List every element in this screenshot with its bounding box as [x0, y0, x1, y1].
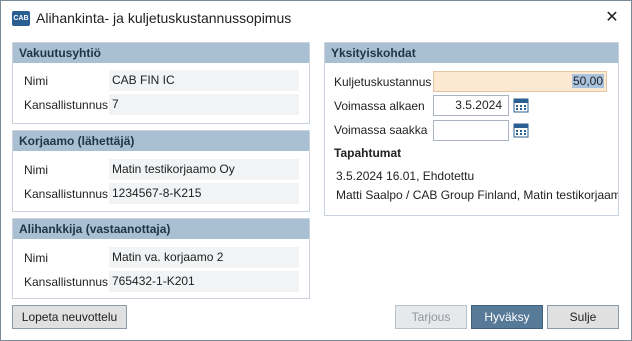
workshop-name-value: Matin testikorjaamo Oy: [109, 159, 299, 180]
subcontractor-reg-label: Kansallistunnus: [24, 275, 109, 289]
subcontractor-reg-value: 765432-1-K201: [109, 271, 299, 292]
subcontractor-heading: Alihankkija (vastaanottaja): [13, 219, 309, 239]
subcontractor-name-value: Matin va. korjaamo 2: [109, 247, 299, 268]
cost-value: 50,00: [571, 74, 604, 88]
insurer-name-label: Nimi: [24, 74, 48, 88]
app-icon: CAB: [12, 11, 30, 26]
accept-button[interactable]: Hyväksy: [471, 305, 543, 329]
events-heading: Tapahtumat: [334, 146, 402, 160]
workshop-heading: Korjaamo (lähettäjä): [13, 131, 309, 151]
insurer-reg-label: Kansallistunnus: [24, 98, 109, 112]
details-heading: Yksityiskohdat: [325, 43, 618, 63]
dialog-title: Alihankinta- ja kuljetuskustannussopimus: [36, 10, 292, 26]
event-line: 3.5.2024 16.01, Ehdotettu: [336, 169, 475, 183]
dialog-window: CAB Alihankinta- ja kuljetuskustannussop…: [0, 0, 632, 341]
workshop-reg-value: 1234567-8-K215: [109, 183, 299, 204]
details-panel: Yksityiskohdat Kuljetuskustannus 50,00 V…: [324, 42, 619, 216]
workshop-reg-label: Kansallistunnus: [24, 187, 109, 201]
cost-label: Kuljetuskustannus: [334, 75, 432, 89]
valid-from-label: Voimassa alkaen: [334, 99, 425, 113]
offer-button[interactable]: Tarjous: [395, 305, 467, 329]
valid-to-label: Voimassa saakka: [334, 123, 428, 137]
workshop-name-label: Nimi: [24, 163, 48, 177]
insurer-reg-value: 7: [109, 94, 299, 115]
calendar-icon[interactable]: [513, 97, 529, 113]
event-line: Matti Saalpo / CAB Group Finland, Matin …: [336, 188, 619, 202]
valid-from-input[interactable]: 3.5.2024: [433, 95, 509, 116]
close-button[interactable]: Sulje: [547, 305, 619, 329]
end-negotiation-button[interactable]: Lopeta neuvottelu: [12, 305, 127, 329]
valid-to-input[interactable]: [433, 120, 509, 141]
cost-input[interactable]: 50,00: [433, 71, 607, 92]
close-icon[interactable]: ✕: [599, 6, 625, 30]
calendar-icon[interactable]: [513, 122, 529, 138]
insurer-name-value: CAB FIN IC: [109, 70, 299, 91]
subcontractor-panel: Alihankkija (vastaanottaja) Nimi Matin v…: [12, 218, 310, 299]
insurer-panel: Vakuutusyhtiö Nimi CAB FIN IC Kansallist…: [12, 42, 310, 124]
workshop-panel: Korjaamo (lähettäjä) Nimi Matin testikor…: [12, 130, 310, 212]
insurer-heading: Vakuutusyhtiö: [13, 43, 309, 63]
subcontractor-name-label: Nimi: [24, 251, 48, 265]
title-bar: CAB Alihankinta- ja kuljetuskustannussop…: [1, 1, 631, 35]
